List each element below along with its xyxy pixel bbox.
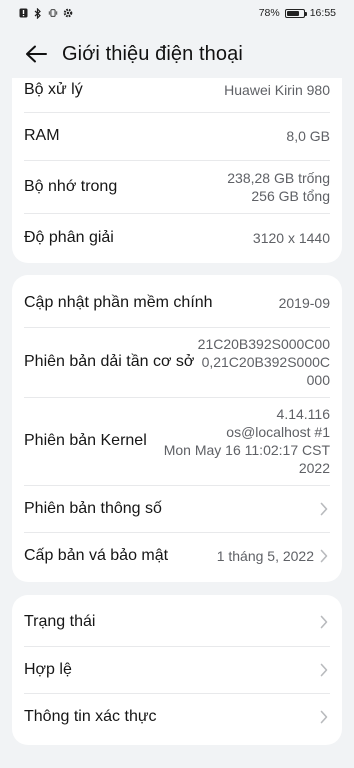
baseband-row: Phiên bản dải tần cơ sở 21C20B392S000C00…: [24, 328, 330, 396]
baseband-label: Phiên bản dải tần cơ sở: [24, 353, 195, 370]
ram-label: RAM: [24, 127, 60, 144]
spec-version-row[interactable]: Phiên bản thông số: [24, 486, 330, 532]
resolution-row: Độ phân giải 3120 x 1440: [24, 214, 330, 262]
processor-value: Huawei Kirin 980: [224, 82, 330, 98]
vibrate-icon: [48, 8, 58, 18]
battery-fill: [286, 10, 300, 16]
kernel-line-2: os@localhost #1: [226, 424, 330, 440]
status-icons-right: 78% 16:55: [259, 7, 336, 19]
main-update-value: 2019-09: [278, 295, 330, 311]
authentication-label: Thông tin xác thực: [24, 708, 157, 725]
security-patch-label: Cấp bản vá bảo mật: [24, 547, 169, 564]
storage-label: Bộ nhớ trong: [24, 178, 118, 195]
ram-row: RAM 8,0 GB: [24, 113, 330, 159]
storage-value: 238,28 GB trống 256 GB tổng: [227, 169, 330, 205]
settings-content[interactable]: Bộ xử lý Huawei Kirin 980 RAM 8,0 GB Bộ …: [0, 78, 354, 768]
more-info-card: Trạng thái Hợp lệ Thông tin xác thực: [12, 595, 342, 745]
kernel-line-1: 4.14.116: [276, 406, 330, 422]
status-bar: 78% 16:55: [0, 0, 354, 26]
main-update-label: Cập nhật phần mềm chính: [24, 294, 213, 311]
status-time: 16:55: [309, 7, 336, 19]
kernel-row: Phiên bản Kernel 4.14.116 os@localhost #…: [24, 398, 330, 484]
hardware-info-card: Bộ xử lý Huawei Kirin 980 RAM 8,0 GB Bộ …: [12, 78, 342, 263]
baseband-line-1: 21C20B392S000C00: [197, 336, 330, 352]
settings-gear-icon: [63, 8, 73, 18]
legal-label: Hợp lệ: [24, 661, 72, 678]
baseband-line-2: 0,21C20B392S000C: [201, 354, 330, 370]
chevron-right-icon: [320, 614, 330, 630]
security-patch-value-wrap: 1 tháng 5, 2022: [217, 547, 330, 565]
app-header: Giới thiệu điện thoại: [0, 30, 354, 78]
baseband-line-3: 000: [306, 372, 330, 388]
kernel-line-3: Mon May 16 11:02:17 CST: [163, 442, 330, 458]
battery-percent: 78%: [258, 7, 280, 19]
main-update-row: Cập nhật phần mềm chính 2019-09: [24, 279, 330, 327]
security-patch-value: 1 tháng 5, 2022: [216, 548, 314, 564]
ram-value: 8,0 GB: [286, 128, 330, 144]
status-label: Trạng thái: [24, 613, 96, 630]
kernel-line-4: 2022: [298, 460, 330, 476]
security-patch-row[interactable]: Cấp bản vá bảo mật 1 tháng 5, 2022: [24, 533, 330, 579]
back-button[interactable]: [14, 32, 58, 76]
chevron-right-icon: [320, 548, 330, 564]
resolution-label: Độ phân giải: [24, 229, 114, 246]
processor-row: Bộ xử lý Huawei Kirin 980: [24, 78, 330, 102]
baseband-value: 21C20B392S000C00 0,21C20B392S000C 000: [198, 335, 330, 389]
status-row[interactable]: Trạng thái: [24, 599, 330, 645]
page-title: Giới thiệu điện thoại: [62, 42, 243, 65]
legal-row[interactable]: Hợp lệ: [24, 647, 330, 693]
processor-label: Bộ xử lý: [24, 81, 83, 98]
storage-free: 238,28 GB trống: [227, 170, 330, 186]
chevron-right-icon: [320, 662, 330, 678]
kernel-value: 4.14.116 os@localhost #1 Mon May 16 11:0…: [164, 405, 330, 477]
battery-icon: [284, 8, 307, 18]
software-info-card: Cập nhật phần mềm chính 2019-09 Phiên bả…: [12, 275, 342, 582]
storage-row: Bộ nhớ trong 238,28 GB trống 256 GB tổng: [24, 161, 330, 213]
storage-total: 256 GB tổng: [251, 188, 330, 204]
resolution-value: 3120 x 1440: [252, 230, 330, 246]
notification-icon: [18, 8, 28, 18]
kernel-label: Phiên bản Kernel: [24, 432, 147, 449]
chevron-right-icon: [320, 501, 330, 517]
status-icons-left: [18, 7, 73, 19]
authentication-row[interactable]: Thông tin xác thực: [24, 694, 330, 740]
spec-version-label: Phiên bản thông số: [24, 500, 162, 517]
bluetooth-icon: [33, 7, 43, 19]
chevron-right-icon: [320, 709, 330, 725]
arrow-left-icon: [26, 45, 47, 63]
